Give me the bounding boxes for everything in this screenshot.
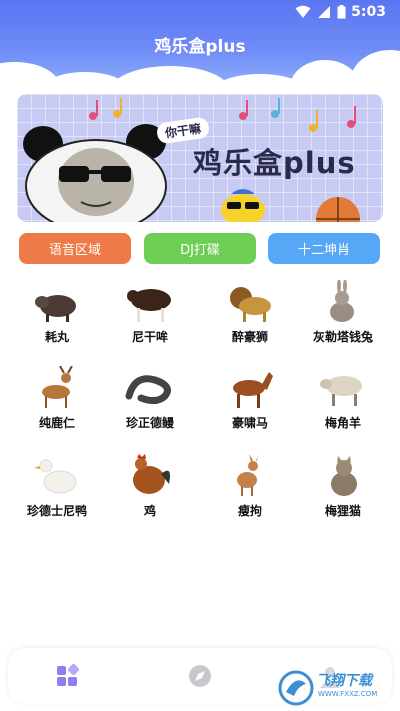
chick-image: [221, 189, 265, 222]
horse-image: [233, 372, 273, 408]
category-label: 语音区域: [48, 243, 101, 258]
category-label: 十二坤肖: [297, 243, 350, 258]
sound-item-rabbit[interactable]: 灰勒塔钱兔: [293, 280, 393, 360]
sound-item-deer[interactable]: 纯鹿仁: [7, 366, 107, 446]
sound-label: 豪啸马: [231, 416, 268, 430]
sound-item-horse[interactable]: 豪啸马: [200, 366, 300, 446]
signal-icon: [318, 6, 330, 18]
sound-label: 珍德士尼鸭: [26, 504, 87, 518]
sound-label: 耗丸: [44, 330, 69, 344]
apps-icon[interactable]: [54, 662, 82, 690]
category-label: DJ打碟: [180, 243, 220, 258]
sheep-image: [320, 376, 362, 406]
sound-label: 鸡: [143, 504, 156, 518]
sound-item-eel[interactable]: 珍正德鳗: [100, 366, 200, 446]
sound-item-cat[interactable]: 梅狸猫: [293, 454, 393, 534]
status-icons: [295, 5, 346, 19]
sound-label: 瘦拘: [237, 504, 262, 518]
page-title: 鸡乐盒plus: [154, 37, 246, 57]
ox-image: [127, 289, 171, 322]
watermark-url: WWW.FXXZ.COM: [318, 690, 378, 698]
sound-item-duck[interactable]: 珍德士尼鸭: [7, 454, 107, 534]
rooster-image: [133, 454, 170, 494]
category-button-dj[interactable]: DJ打碟: [144, 233, 256, 264]
sound-label: 醉豪狮: [231, 330, 268, 344]
promo-banner[interactable]: 你干嘛 鸡乐盒plus: [17, 94, 383, 222]
status-time: 5:03: [351, 4, 386, 20]
music-note-icon: [309, 106, 356, 132]
panda-meme-image: [23, 124, 167, 222]
status-bar: 5:03: [0, 0, 400, 24]
sound-label: 灰勒塔钱兔: [312, 330, 373, 344]
watermark: 飞翔下载 WWW.FXXZ.COM: [278, 668, 398, 708]
pig-image: [35, 295, 76, 322]
wifi-icon: [295, 5, 311, 18]
sound-item-rooster[interactable]: 鸡: [100, 454, 200, 534]
duck-image: [34, 459, 77, 494]
sound-label: 尼干哞: [131, 330, 168, 344]
music-note-icon: [239, 98, 280, 120]
sound-label: 梅狸猫: [324, 504, 361, 518]
sound-item-pig[interactable]: 耗丸: [7, 280, 107, 360]
sound-item-dog[interactable]: 瘦拘: [200, 454, 300, 534]
sound-label: 纯鹿仁: [38, 416, 75, 430]
basketball-image: [316, 197, 360, 222]
watermark-text: 飞翔下载: [316, 673, 372, 689]
sound-item-lion[interactable]: 醉豪狮: [200, 280, 300, 360]
cat-image: [331, 456, 357, 496]
banner-title: 鸡乐盒plus: [193, 146, 356, 180]
eel-image: [125, 375, 171, 405]
app-header: 5:03 鸡乐盒plus: [0, 0, 400, 88]
category-button-voice[interactable]: 语音区域: [19, 233, 131, 264]
sound-label: 梅角羊: [324, 416, 361, 430]
dog-image: [237, 454, 259, 496]
lion-image: [230, 287, 271, 322]
sound-item-ox[interactable]: 尼干哞: [100, 280, 200, 360]
sound-item-sheep[interactable]: 梅角羊: [293, 366, 393, 446]
cloud-decoration: [110, 66, 230, 88]
rabbit-image: [330, 280, 354, 322]
category-button-zodiac[interactable]: 十二坤肖: [268, 233, 380, 264]
battery-icon: [337, 5, 346, 19]
compass-icon[interactable]: [186, 662, 214, 690]
watermark-logo-icon: [278, 670, 314, 706]
music-note-icon: [89, 98, 122, 120]
sound-label: 珍正德鳗: [125, 416, 174, 430]
deer-image: [42, 366, 73, 408]
